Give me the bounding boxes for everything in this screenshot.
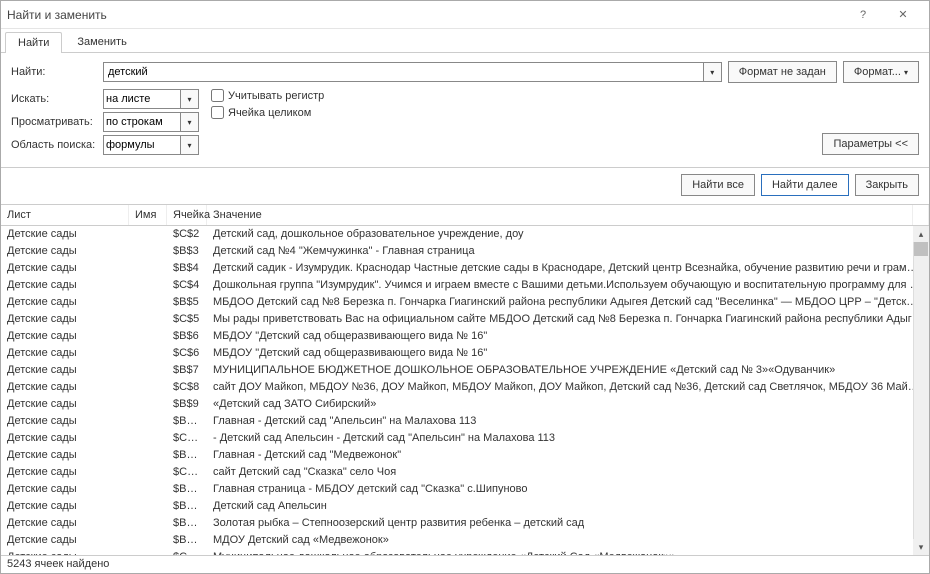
find-all-button[interactable]: Найти все (681, 174, 755, 196)
chevron-down-icon (710, 66, 714, 78)
format-display: Формат не задан (728, 61, 837, 83)
results-list[interactable]: Детские сады$C$2Детский сад, дошкольное … (1, 226, 929, 555)
scrollbar[interactable]: ▴ ▾ (913, 226, 929, 555)
search-area-label: Область поиска: (11, 139, 103, 151)
window-title: Найти и заменить (7, 8, 843, 22)
result-row[interactable]: Детские сады$B$15Золотая рыбка – Степноо… (1, 515, 929, 532)
scroll-gutter (913, 205, 929, 225)
result-row[interactable]: Детские сады$C$2Детский сад, дошкольное … (1, 226, 929, 243)
col-name[interactable]: Имя (129, 205, 167, 225)
search-in-label: Искать: (11, 93, 103, 105)
close-window-button[interactable]: ✕ (883, 3, 923, 27)
search-form: Найти: Формат не задан Формат... Искать:… (1, 53, 929, 168)
find-label: Найти: (11, 66, 103, 78)
results-header: Лист Имя Ячейка Значение (1, 205, 929, 226)
format-button[interactable]: Формат... (843, 61, 919, 83)
action-buttons: Найти все Найти далее Закрыть (1, 168, 929, 205)
search-in-arrow[interactable] (181, 89, 199, 109)
chevron-down-icon (187, 93, 191, 105)
result-row[interactable]: Детские сады$B$16МДОУ Детский сад «Медве… (1, 532, 929, 549)
result-row[interactable]: Детские сады$C$16Муниципальное дошкольно… (1, 549, 929, 555)
result-row[interactable]: Детские сады$B$6МБДОУ "Детский сад общер… (1, 328, 929, 345)
find-history-dropdown[interactable] (704, 62, 722, 82)
look-by-label: Просматривать: (11, 116, 103, 128)
look-by-select[interactable] (103, 112, 181, 132)
search-in-select[interactable] (103, 89, 181, 109)
col-value[interactable]: Значение (207, 205, 913, 225)
result-row[interactable]: Детские сады$B$13Главная страница - МБДО… (1, 481, 929, 498)
chevron-down-icon (904, 66, 908, 78)
result-row[interactable]: Детские сады$B$10Главная - Детский сад "… (1, 413, 929, 430)
result-row[interactable]: Детские сады$B$7МУНИЦИПАЛЬНОЕ БЮДЖЕТНОЕ … (1, 362, 929, 379)
close-button[interactable]: Закрыть (855, 174, 919, 196)
result-row[interactable]: Детские сады$B$5МБДОО Детский сад №8 Бер… (1, 294, 929, 311)
result-row[interactable]: Детские сады$C$6МБДОУ "Детский сад общер… (1, 345, 929, 362)
match-case-checkbox[interactable]: Учитывать регистр (211, 89, 324, 102)
scroll-thumb[interactable] (914, 242, 928, 256)
find-input[interactable] (103, 62, 704, 82)
tab-replace[interactable]: Заменить (64, 31, 139, 52)
chevron-down-icon (187, 139, 191, 151)
result-row[interactable]: Детские сады$B$11Главная - Детский сад "… (1, 447, 929, 464)
status-bar: 5243 ячеек найдено (1, 555, 929, 573)
find-next-button[interactable]: Найти далее (761, 174, 849, 196)
result-row[interactable]: Детские сады$C$4Дошкольная группа "Изумр… (1, 277, 929, 294)
options-button[interactable]: Параметры << (822, 133, 919, 155)
search-area-arrow[interactable] (181, 135, 199, 155)
look-by-arrow[interactable] (181, 112, 199, 132)
result-row[interactable]: Детские сады$C$8сайт ДОУ Майкоп, МБДОУ №… (1, 379, 929, 396)
result-row[interactable]: Детские сады$B$3Детский сад №4 "Жемчужин… (1, 243, 929, 260)
title-bar: Найти и заменить ? ✕ (1, 1, 929, 29)
tab-find[interactable]: Найти (5, 32, 62, 53)
scroll-down-icon[interactable]: ▾ (913, 539, 929, 555)
result-row[interactable]: Детские сады$C$5Мы рады приветствовать В… (1, 311, 929, 328)
scroll-up-icon[interactable]: ▴ (913, 226, 929, 242)
chevron-down-icon (187, 116, 191, 128)
help-button[interactable]: ? (843, 3, 883, 27)
tab-bar: Найти Заменить (1, 29, 929, 53)
col-sheet[interactable]: Лист (1, 205, 129, 225)
result-row[interactable]: Детские сады$B$9«Детский сад ЗАТО Сибирс… (1, 396, 929, 413)
col-cell[interactable]: Ячейка (167, 205, 207, 225)
search-area-select[interactable] (103, 135, 181, 155)
result-row[interactable]: Детские сады$C$12сайт Детский сад "Сказк… (1, 464, 929, 481)
result-row[interactable]: Детские сады$C$10 - Детский сад Апельсин… (1, 430, 929, 447)
whole-cell-checkbox[interactable]: Ячейка целиком (211, 106, 324, 119)
result-row[interactable]: Детские сады$B$4Детский садик - Изумруди… (1, 260, 929, 277)
result-row[interactable]: Детские сады$B$14Детский сад Апельсин (1, 498, 929, 515)
